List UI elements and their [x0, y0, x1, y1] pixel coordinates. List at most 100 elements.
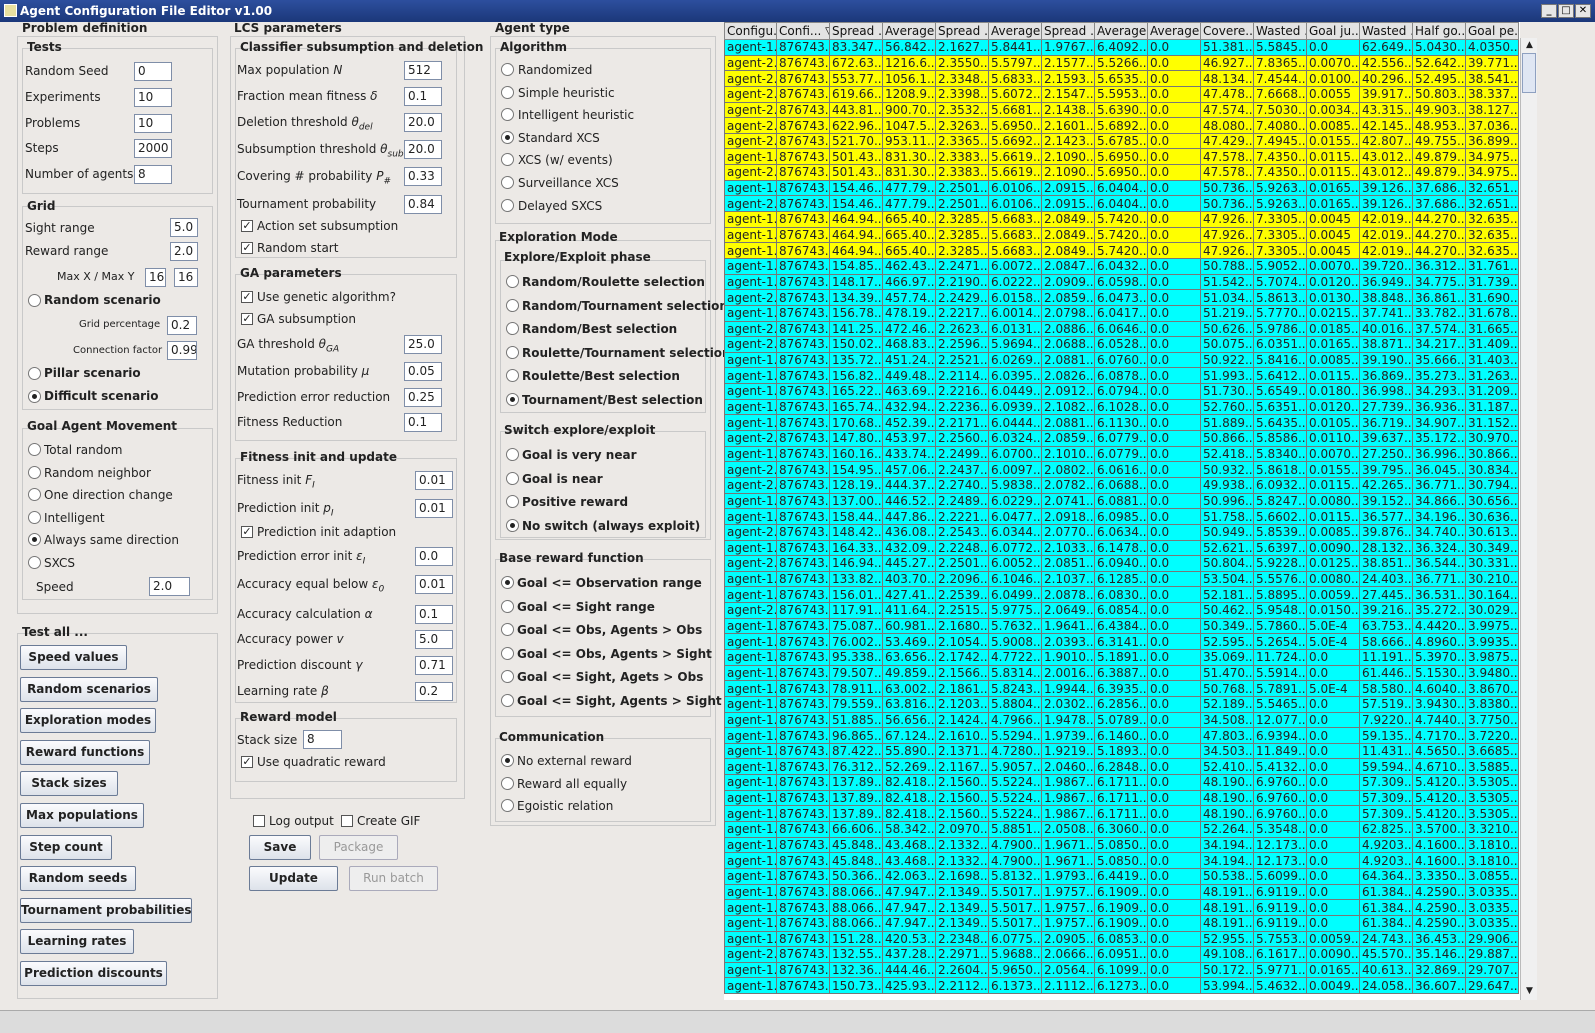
table-cell[interactable]: 31.761... [1465, 257, 1519, 275]
table-cell[interactable]: 876743... [776, 648, 830, 666]
table-cell[interactable]: 50.538... [1200, 867, 1254, 885]
algorithm-radio[interactable] [501, 198, 514, 212]
random-scenario-radio[interactable] [28, 294, 41, 307]
minimize-button[interactable]: _ [1541, 4, 1557, 18]
table-cell[interactable]: 0.0155... [1306, 461, 1360, 478]
table-cell[interactable]: 1.9739... [1041, 727, 1095, 744]
table-cell[interactable]: 6.0772... [988, 539, 1042, 557]
table-cell[interactable]: 50.736... [1200, 179, 1254, 197]
table-row[interactable]: agent-1...876743...132.36...444.46...2.2… [724, 961, 1519, 979]
table-cell[interactable]: 34.196... [1412, 508, 1466, 525]
table-row[interactable]: agent-1...876743...88.066...47.947...2.1… [724, 899, 1519, 916]
table-cell[interactable]: 1216.6... [882, 54, 936, 72]
table-cell[interactable]: 5.8586... [1253, 430, 1307, 447]
table-cell[interactable]: agent-1... [724, 492, 777, 510]
table-cell[interactable]: agent-1... [724, 304, 777, 322]
table-cell[interactable]: 39.126... [1359, 179, 1413, 197]
table-cell[interactable]: 47.947... [882, 899, 936, 916]
table-cell[interactable]: 2.2248... [935, 539, 989, 557]
table-cell[interactable]: 76.312... [829, 758, 883, 776]
table-cell[interactable]: 5.5017... [988, 899, 1042, 916]
table-cell[interactable]: 2.2217... [935, 304, 989, 322]
algorithm-radio[interactable] [501, 63, 514, 76]
table-cell[interactable]: 0.0 [1147, 727, 1201, 744]
table-cell[interactable]: 876743... [776, 867, 830, 885]
table-cell[interactable]: 5.8618... [1253, 461, 1307, 478]
table-cell[interactable]: 6.0794... [1094, 383, 1148, 400]
table-cell[interactable]: 2.2221... [935, 508, 989, 525]
table-row[interactable]: agent-1...876743...154.85...462.43...2.2… [724, 257, 1519, 275]
table-cell[interactable]: 52.760... [1200, 398, 1254, 416]
table-row[interactable]: agent-1...876743...156.01...427.41...2.2… [724, 586, 1519, 604]
table-cell[interactable]: 0.0 [1147, 914, 1201, 932]
random-start-checkbox[interactable]: ✓ [241, 242, 253, 254]
table-cell[interactable]: 436.08... [882, 523, 936, 541]
table-cell[interactable]: 876743... [776, 821, 830, 838]
test-all-button[interactable]: Stack sizes [20, 771, 118, 797]
table-cell[interactable]: 457.06... [882, 461, 936, 478]
table-cell[interactable]: 5.9057... [988, 758, 1042, 776]
table-cell[interactable]: 0.0 [1147, 586, 1201, 604]
table-cell[interactable]: 2.0770... [1041, 523, 1095, 541]
table-cell[interactable]: 6.0932... [1253, 476, 1307, 494]
table-cell[interactable]: 37.686... [1412, 179, 1466, 197]
table-cell[interactable]: 6.0052... [988, 555, 1042, 572]
fitness-field-input[interactable]: 0.0 [415, 547, 453, 566]
column-header[interactable]: Spread ... [829, 22, 883, 40]
table-cell[interactable]: agent-1... [724, 367, 777, 385]
table-row[interactable]: agent-1...876743...78.911...63.002...2.1… [724, 680, 1519, 697]
table-cell[interactable]: 2.1332... [935, 836, 989, 854]
test-all-button[interactable]: Learning rates [20, 929, 134, 955]
table-cell[interactable]: agent-2... [724, 195, 777, 213]
table-row[interactable]: agent-1...876743...45.848...43.468...2.1… [724, 852, 1519, 869]
table-cell[interactable]: 2.0847... [1041, 257, 1095, 275]
table-cell[interactable]: 2.2489... [935, 492, 989, 510]
table-cell[interactable]: 24.743... [1359, 930, 1413, 948]
table-cell[interactable]: 876743... [776, 695, 830, 713]
table-row[interactable]: agent-2...876743...154.95...457.06...2.2… [724, 461, 1519, 478]
table-cell[interactable]: 32.635... [1465, 211, 1519, 228]
table-cell[interactable]: 672.63... [829, 54, 883, 72]
table-cell[interactable]: 2.3285... [935, 242, 989, 259]
column-header[interactable]: Wasted ... [1359, 22, 1413, 40]
table-cell[interactable]: 39.190... [1359, 351, 1413, 369]
table-cell[interactable]: 33.782... [1412, 304, 1466, 322]
table-cell[interactable]: 3.0855... [1465, 867, 1519, 885]
table-cell[interactable]: 0.0 [1147, 961, 1201, 979]
table-cell[interactable]: 2.2190... [935, 273, 989, 291]
table-cell[interactable]: 50.949... [1200, 523, 1254, 541]
table-cell[interactable]: 2.2560... [935, 430, 989, 447]
table-cell[interactable]: 5.0850... [1094, 852, 1148, 869]
table-cell[interactable]: 147.80... [829, 430, 883, 447]
table-row[interactable]: agent-1...876743...156.82...449.48...2.2… [724, 367, 1519, 385]
table-cell[interactable]: 6.1460... [1094, 727, 1148, 744]
prediction-init-adaption-checkbox[interactable]: ✓ [241, 526, 253, 538]
algorithm-radio[interactable] [501, 130, 514, 144]
table-cell[interactable]: 6.0881... [1094, 492, 1148, 510]
table-cell[interactable]: 4.7900... [988, 836, 1042, 854]
table-cell[interactable]: 137.00... [829, 492, 883, 510]
table-cell[interactable]: 7.9220... [1359, 711, 1413, 729]
table-cell[interactable]: 50.626... [1200, 320, 1254, 338]
table-cell[interactable]: 2.3383... [935, 148, 989, 166]
table-cell[interactable]: 137.89... [829, 805, 883, 823]
table-cell[interactable]: 66.606... [829, 821, 883, 838]
table-cell[interactable]: 7.8365... [1253, 54, 1307, 72]
table-cell[interactable]: 6.0528... [1094, 336, 1148, 353]
table-cell[interactable]: 5.8441... [988, 39, 1042, 56]
create-gif-checkbox[interactable] [341, 815, 353, 827]
table-cell[interactable]: 56.842... [882, 39, 936, 56]
table-cell[interactable]: 75.087... [829, 617, 883, 635]
table-cell[interactable]: 2.0849... [1041, 242, 1095, 259]
table-cell[interactable]: 35.666... [1412, 351, 1466, 369]
table-cell[interactable]: 501.43... [829, 148, 883, 166]
table-cell[interactable]: 0.0180... [1306, 383, 1360, 400]
table-cell[interactable]: 6.1273... [1094, 977, 1148, 995]
table-cell[interactable]: 876743... [776, 602, 830, 619]
maxy-input[interactable]: 16 [174, 268, 198, 287]
table-cell[interactable]: 36.949... [1359, 273, 1413, 291]
table-row[interactable]: agent-1...876743...151.28...420.53...2.2… [724, 930, 1519, 948]
table-cell[interactable]: 6.0097... [988, 461, 1042, 478]
classifier-field-input[interactable]: 20.0 [404, 140, 442, 159]
table-cell[interactable]: 7.3305... [1253, 242, 1307, 259]
